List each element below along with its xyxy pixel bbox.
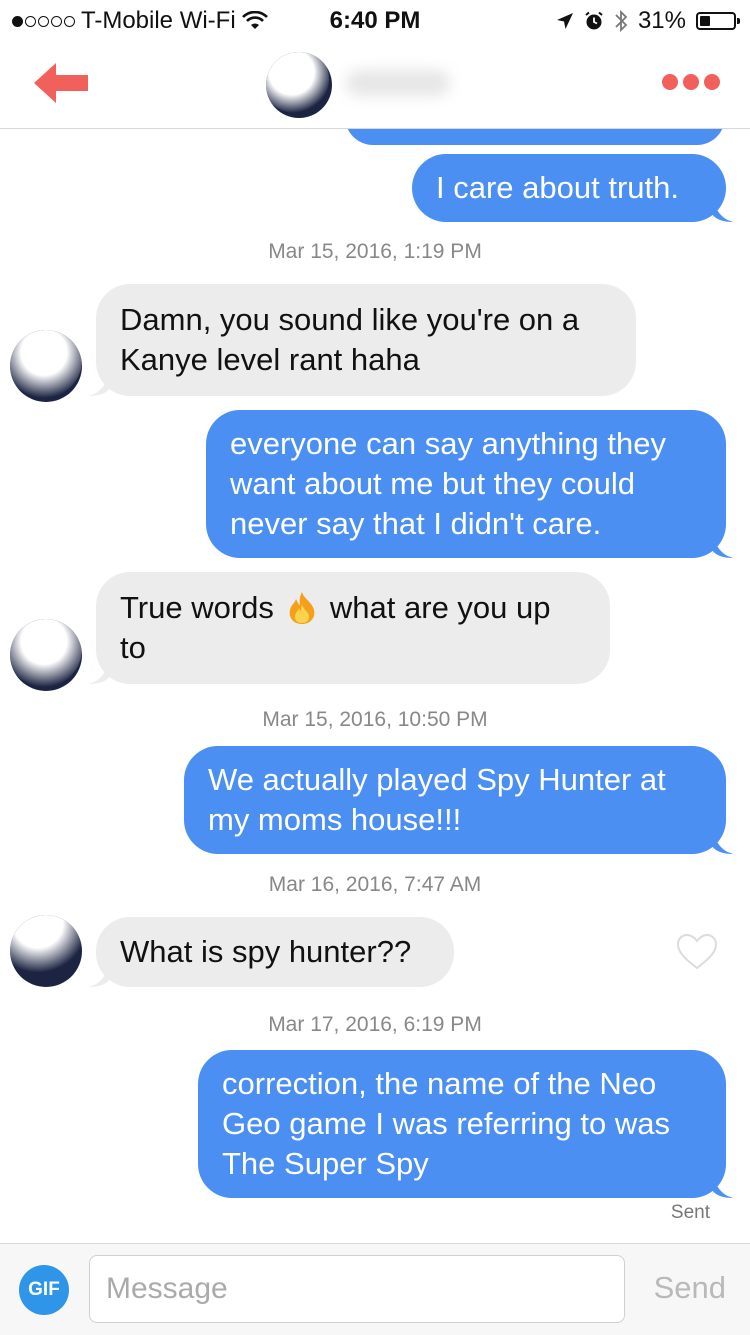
status-bar: T-Mobile Wi-Fi 6:40 PM 31%	[0, 0, 750, 40]
avatar[interactable]	[10, 619, 82, 691]
message-bubble-outgoing[interactable]: correction, the name of the Neo Geo game…	[198, 1050, 734, 1198]
bubble-tail	[712, 536, 734, 558]
location-arrow-icon	[556, 13, 573, 29]
timestamp: Mar 17, 2016, 6:19 PM	[268, 1013, 482, 1036]
contact-avatar[interactable]	[266, 52, 332, 118]
message-bubble-incoming[interactable]: What is spy hunter??	[88, 917, 454, 987]
avatar[interactable]	[10, 915, 82, 987]
message-line: Geo game I was referring to was	[222, 1106, 670, 1141]
alarm-icon	[585, 11, 603, 30]
message-bubble-outgoing[interactable]: everyone can say anything they want abou…	[206, 410, 734, 558]
gif-button[interactable]: GIF	[19, 1265, 69, 1315]
battery-fill	[700, 16, 710, 26]
contact-name	[346, 70, 450, 96]
message-thread[interactable]: I care about truth. Mar 15, 2016, 1:19 P…	[0, 129, 750, 1242]
contact-avatar-image	[10, 915, 82, 987]
message-status: Sent	[670, 1202, 710, 1223]
message-text: I care about truth.	[436, 170, 679, 205]
heart-outline-icon[interactable]	[676, 933, 718, 971]
contact-avatar-image	[10, 330, 82, 402]
contact-avatar-image	[10, 619, 82, 691]
message-line: to	[120, 630, 146, 665]
bubble-tail	[88, 965, 110, 987]
bubble-tail	[712, 200, 734, 222]
status-right-group: 31%	[556, 7, 740, 35]
bluetooth-icon	[615, 9, 628, 33]
message-line: everyone can say anything they	[230, 426, 666, 461]
battery-percent: 31%	[637, 7, 686, 34]
timestamp: Mar 15, 2016, 10:50 PM	[262, 708, 488, 731]
message-text: What is spy hunter??	[120, 934, 412, 969]
message-line: never say that I didn't care.	[230, 506, 602, 541]
back-arrow-icon[interactable]	[30, 58, 92, 108]
timestamp: Mar 15, 2016, 1:19 PM	[268, 240, 482, 263]
timestamp: Mar 16, 2016, 7:47 AM	[268, 873, 482, 896]
bubble-tail	[712, 1176, 734, 1198]
bubble-tail	[712, 832, 734, 854]
message-line: True words what are you up	[120, 588, 551, 628]
message-line: Damn, you sound like you're on a	[120, 302, 580, 337]
battery-icon	[696, 12, 740, 30]
message-text: what are you up	[329, 590, 551, 625]
message-bubble-outgoing[interactable]	[345, 129, 725, 145]
message-line: Kanye level rant haha	[120, 342, 420, 377]
message-bubble-incoming[interactable]: True words what are you up to	[88, 572, 610, 684]
message-bubble-outgoing[interactable]: I care about truth.	[412, 154, 734, 222]
more-dots-icon[interactable]	[662, 74, 720, 90]
message-bubble-incoming[interactable]: Damn, you sound like you're on a Kanye l…	[88, 284, 636, 396]
message-bubble-outgoing[interactable]: We actually played Spy Hunter at my moms…	[184, 746, 734, 854]
bubble-tail	[88, 374, 110, 396]
message-line: correction, the name of the Neo	[222, 1066, 657, 1101]
message-line: want about me but they could	[230, 466, 635, 501]
send-button[interactable]: Send	[654, 1270, 726, 1306]
message-line: The Super Spy	[222, 1146, 429, 1181]
bubble-tail	[88, 662, 110, 684]
avatar[interactable]	[10, 330, 82, 402]
message-line: We actually played Spy Hunter at	[208, 762, 666, 797]
fire-emoji-icon	[289, 592, 315, 624]
message-text: True words	[120, 590, 274, 625]
message-line: my moms house!!!	[208, 802, 462, 837]
compose-bar: GIF Send	[0, 1243, 750, 1335]
message-input[interactable]	[89, 1255, 625, 1323]
nav-bar	[0, 40, 750, 129]
